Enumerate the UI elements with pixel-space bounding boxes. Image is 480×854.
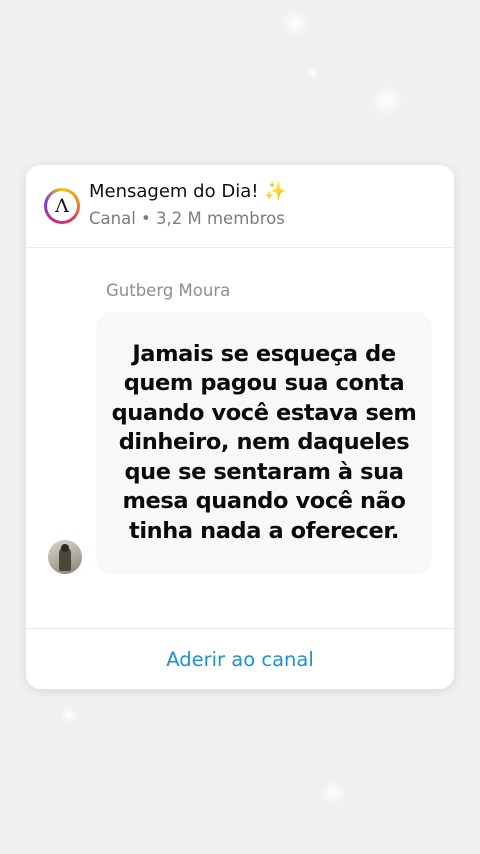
message-sender-name: Gutberg Moura [106,281,231,300]
join-channel-button[interactable]: Aderir ao canal [26,628,454,689]
sparkle-decoration [306,66,320,80]
message-bubble[interactable]: Jamais se esqueça de quem pagou sua cont… [96,312,432,574]
channel-header[interactable]: Λ Mensagem do Dia! ✨ Canal • 3,2 M membr… [26,165,454,248]
sparkle-decoration [280,8,310,38]
channel-logo-icon: Λ [47,191,77,221]
sparkle-decoration [320,780,346,806]
sparkle-decoration [370,84,404,118]
channel-member-count: Canal • 3,2 M membros [89,209,285,228]
sparkle-decoration [60,706,78,724]
join-channel-label: Aderir ao canal [166,648,314,671]
channel-preview-card: Λ Mensagem do Dia! ✨ Canal • 3,2 M membr… [26,165,454,689]
message-text: Jamais se esqueça de quem pagou sua cont… [111,340,417,544]
channel-avatar[interactable]: Λ [44,188,80,224]
sender-avatar[interactable] [48,540,82,574]
channel-title: Mensagem do Dia! ✨ [89,181,287,202]
avatar-head-icon [61,544,69,552]
